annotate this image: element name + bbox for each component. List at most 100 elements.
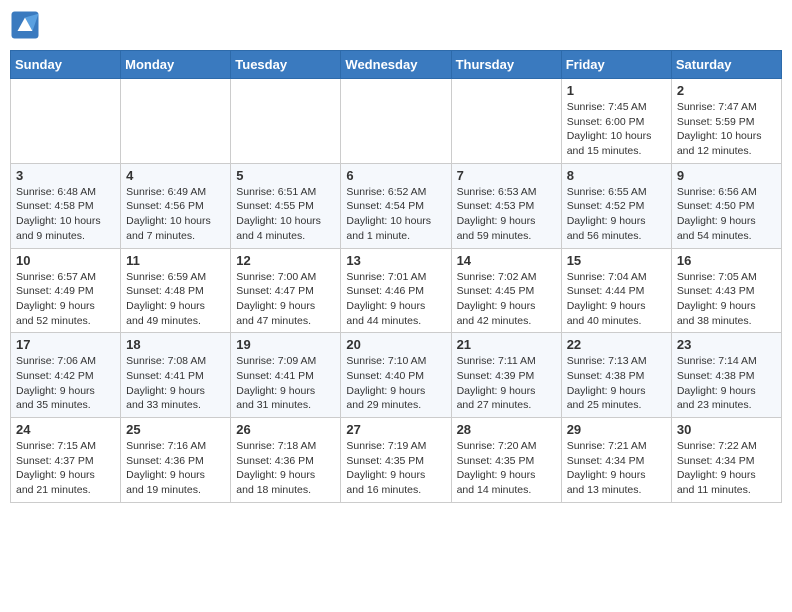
day-number: 26 xyxy=(236,422,335,437)
day-number: 27 xyxy=(346,422,445,437)
calendar-day-cell: 8 Sunrise: 6:55 AM Sunset: 4:52 PM Daylig… xyxy=(561,163,671,248)
day-number: 21 xyxy=(457,337,556,352)
day-info: Sunrise: 7:05 AM Sunset: 4:43 PM Dayligh… xyxy=(677,270,776,329)
day-info: Sunrise: 6:57 AM Sunset: 4:49 PM Dayligh… xyxy=(16,270,115,329)
calendar-day-cell xyxy=(121,79,231,164)
day-info: Sunrise: 7:11 AM Sunset: 4:39 PM Dayligh… xyxy=(457,354,556,413)
calendar-day-cell xyxy=(11,79,121,164)
day-info: Sunrise: 7:10 AM Sunset: 4:40 PM Dayligh… xyxy=(346,354,445,413)
calendar-table: SundayMondayTuesdayWednesdayThursdayFrid… xyxy=(10,50,782,503)
day-number: 18 xyxy=(126,337,225,352)
day-number: 14 xyxy=(457,253,556,268)
day-info: Sunrise: 7:22 AM Sunset: 4:34 PM Dayligh… xyxy=(677,439,776,498)
calendar-day-cell: 24 Sunrise: 7:15 AM Sunset: 4:37 PM Dayli… xyxy=(11,418,121,503)
calendar-day-header: Sunday xyxy=(11,51,121,79)
page-header xyxy=(10,10,782,40)
day-info: Sunrise: 6:52 AM Sunset: 4:54 PM Dayligh… xyxy=(346,185,445,244)
calendar-day-cell: 10 Sunrise: 6:57 AM Sunset: 4:49 PM Dayli… xyxy=(11,248,121,333)
calendar-day-cell: 21 Sunrise: 7:11 AM Sunset: 4:39 PM Dayli… xyxy=(451,333,561,418)
day-number: 19 xyxy=(236,337,335,352)
day-number: 10 xyxy=(16,253,115,268)
day-info: Sunrise: 7:47 AM Sunset: 5:59 PM Dayligh… xyxy=(677,100,776,159)
logo xyxy=(10,10,44,40)
calendar-day-header: Wednesday xyxy=(341,51,451,79)
calendar-day-cell: 27 Sunrise: 7:19 AM Sunset: 4:35 PM Dayli… xyxy=(341,418,451,503)
day-info: Sunrise: 6:59 AM Sunset: 4:48 PM Dayligh… xyxy=(126,270,225,329)
day-number: 16 xyxy=(677,253,776,268)
day-number: 12 xyxy=(236,253,335,268)
calendar-day-header: Friday xyxy=(561,51,671,79)
calendar-day-header: Monday xyxy=(121,51,231,79)
day-info: Sunrise: 7:19 AM Sunset: 4:35 PM Dayligh… xyxy=(346,439,445,498)
calendar-day-cell xyxy=(341,79,451,164)
calendar-day-header: Thursday xyxy=(451,51,561,79)
day-info: Sunrise: 7:15 AM Sunset: 4:37 PM Dayligh… xyxy=(16,439,115,498)
day-number: 13 xyxy=(346,253,445,268)
day-info: Sunrise: 7:00 AM Sunset: 4:47 PM Dayligh… xyxy=(236,270,335,329)
calendar-day-cell: 30Sunrise: 7:22 AM Sunset: 4:34 PM Dayli… xyxy=(671,418,781,503)
day-info: Sunrise: 6:55 AM Sunset: 4:52 PM Dayligh… xyxy=(567,185,666,244)
day-number: 25 xyxy=(126,422,225,437)
day-info: Sunrise: 7:16 AM Sunset: 4:36 PM Dayligh… xyxy=(126,439,225,498)
calendar-day-cell: 14 Sunrise: 7:02 AM Sunset: 4:45 PM Dayli… xyxy=(451,248,561,333)
day-info: Sunrise: 7:06 AM Sunset: 4:42 PM Dayligh… xyxy=(16,354,115,413)
day-number: 15 xyxy=(567,253,666,268)
day-number: 28 xyxy=(457,422,556,437)
day-info: Sunrise: 7:18 AM Sunset: 4:36 PM Dayligh… xyxy=(236,439,335,498)
calendar-day-cell: 26 Sunrise: 7:18 AM Sunset: 4:36 PM Dayli… xyxy=(231,418,341,503)
calendar-day-cell: 20 Sunrise: 7:10 AM Sunset: 4:40 PM Dayli… xyxy=(341,333,451,418)
calendar-day-cell: 12 Sunrise: 7:00 AM Sunset: 4:47 PM Dayli… xyxy=(231,248,341,333)
day-info: Sunrise: 7:02 AM Sunset: 4:45 PM Dayligh… xyxy=(457,270,556,329)
calendar-day-cell: 2 Sunrise: 7:47 AM Sunset: 5:59 PM Daylig… xyxy=(671,79,781,164)
day-info: Sunrise: 7:13 AM Sunset: 4:38 PM Dayligh… xyxy=(567,354,666,413)
day-info: Sunrise: 7:21 AM Sunset: 4:34 PM Dayligh… xyxy=(567,439,666,498)
day-number: 29 xyxy=(567,422,666,437)
calendar-day-cell: 18 Sunrise: 7:08 AM Sunset: 4:41 PM Dayli… xyxy=(121,333,231,418)
day-number: 9 xyxy=(677,168,776,183)
day-info: Sunrise: 7:01 AM Sunset: 4:46 PM Dayligh… xyxy=(346,270,445,329)
calendar-header: SundayMondayTuesdayWednesdayThursdayFrid… xyxy=(11,51,782,79)
day-info: Sunrise: 7:20 AM Sunset: 4:35 PM Dayligh… xyxy=(457,439,556,498)
calendar-week-row: 1 Sunrise: 7:45 AM Sunset: 6:00 PM Daylig… xyxy=(11,79,782,164)
day-info: Sunrise: 7:14 AM Sunset: 4:38 PM Dayligh… xyxy=(677,354,776,413)
day-info: Sunrise: 6:49 AM Sunset: 4:56 PM Dayligh… xyxy=(126,185,225,244)
day-info: Sunrise: 6:51 AM Sunset: 4:55 PM Dayligh… xyxy=(236,185,335,244)
calendar-week-row: 24 Sunrise: 7:15 AM Sunset: 4:37 PM Dayli… xyxy=(11,418,782,503)
day-info: Sunrise: 7:08 AM Sunset: 4:41 PM Dayligh… xyxy=(126,354,225,413)
day-number: 24 xyxy=(16,422,115,437)
calendar-day-header: Tuesday xyxy=(231,51,341,79)
day-number: 6 xyxy=(346,168,445,183)
day-number: 8 xyxy=(567,168,666,183)
calendar-day-cell: 9 Sunrise: 6:56 AM Sunset: 4:50 PM Daylig… xyxy=(671,163,781,248)
day-number: 11 xyxy=(126,253,225,268)
day-number: 22 xyxy=(567,337,666,352)
calendar-day-cell: 3Sunrise: 6:48 AM Sunset: 4:58 PM Daylig… xyxy=(11,163,121,248)
calendar-day-cell: 1 Sunrise: 7:45 AM Sunset: 6:00 PM Daylig… xyxy=(561,79,671,164)
calendar-week-row: 3Sunrise: 6:48 AM Sunset: 4:58 PM Daylig… xyxy=(11,163,782,248)
day-number: 2 xyxy=(677,83,776,98)
day-info: Sunrise: 6:56 AM Sunset: 4:50 PM Dayligh… xyxy=(677,185,776,244)
day-number: 23 xyxy=(677,337,776,352)
calendar-day-header: Saturday xyxy=(671,51,781,79)
calendar-week-row: 10 Sunrise: 6:57 AM Sunset: 4:49 PM Dayli… xyxy=(11,248,782,333)
calendar-day-cell: 5Sunrise: 6:51 AM Sunset: 4:55 PM Daylig… xyxy=(231,163,341,248)
day-info: Sunrise: 7:45 AM Sunset: 6:00 PM Dayligh… xyxy=(567,100,666,159)
calendar-day-cell: 19 Sunrise: 7:09 AM Sunset: 4:41 PM Dayli… xyxy=(231,333,341,418)
calendar-day-cell: 6 Sunrise: 6:52 AM Sunset: 4:54 PM Daylig… xyxy=(341,163,451,248)
calendar-day-cell: 23 Sunrise: 7:14 AM Sunset: 4:38 PM Dayli… xyxy=(671,333,781,418)
calendar-day-cell: 11 Sunrise: 6:59 AM Sunset: 4:48 PM Dayli… xyxy=(121,248,231,333)
calendar-week-row: 17 Sunrise: 7:06 AM Sunset: 4:42 PM Dayli… xyxy=(11,333,782,418)
day-info: Sunrise: 7:04 AM Sunset: 4:44 PM Dayligh… xyxy=(567,270,666,329)
calendar-day-cell: 13 Sunrise: 7:01 AM Sunset: 4:46 PM Dayli… xyxy=(341,248,451,333)
day-number: 17 xyxy=(16,337,115,352)
day-number: 1 xyxy=(567,83,666,98)
day-number: 4 xyxy=(126,168,225,183)
calendar-day-cell: 4 Sunrise: 6:49 AM Sunset: 4:56 PM Daylig… xyxy=(121,163,231,248)
calendar-body: 1 Sunrise: 7:45 AM Sunset: 6:00 PM Daylig… xyxy=(11,79,782,503)
day-number: 3 xyxy=(16,168,115,183)
day-info: Sunrise: 7:09 AM Sunset: 4:41 PM Dayligh… xyxy=(236,354,335,413)
day-number: 20 xyxy=(346,337,445,352)
calendar-day-cell: 25 Sunrise: 7:16 AM Sunset: 4:36 PM Dayli… xyxy=(121,418,231,503)
calendar-day-cell: 15 Sunrise: 7:04 AM Sunset: 4:44 PM Dayli… xyxy=(561,248,671,333)
calendar-day-cell: 7Sunrise: 6:53 AM Sunset: 4:53 PM Daylig… xyxy=(451,163,561,248)
